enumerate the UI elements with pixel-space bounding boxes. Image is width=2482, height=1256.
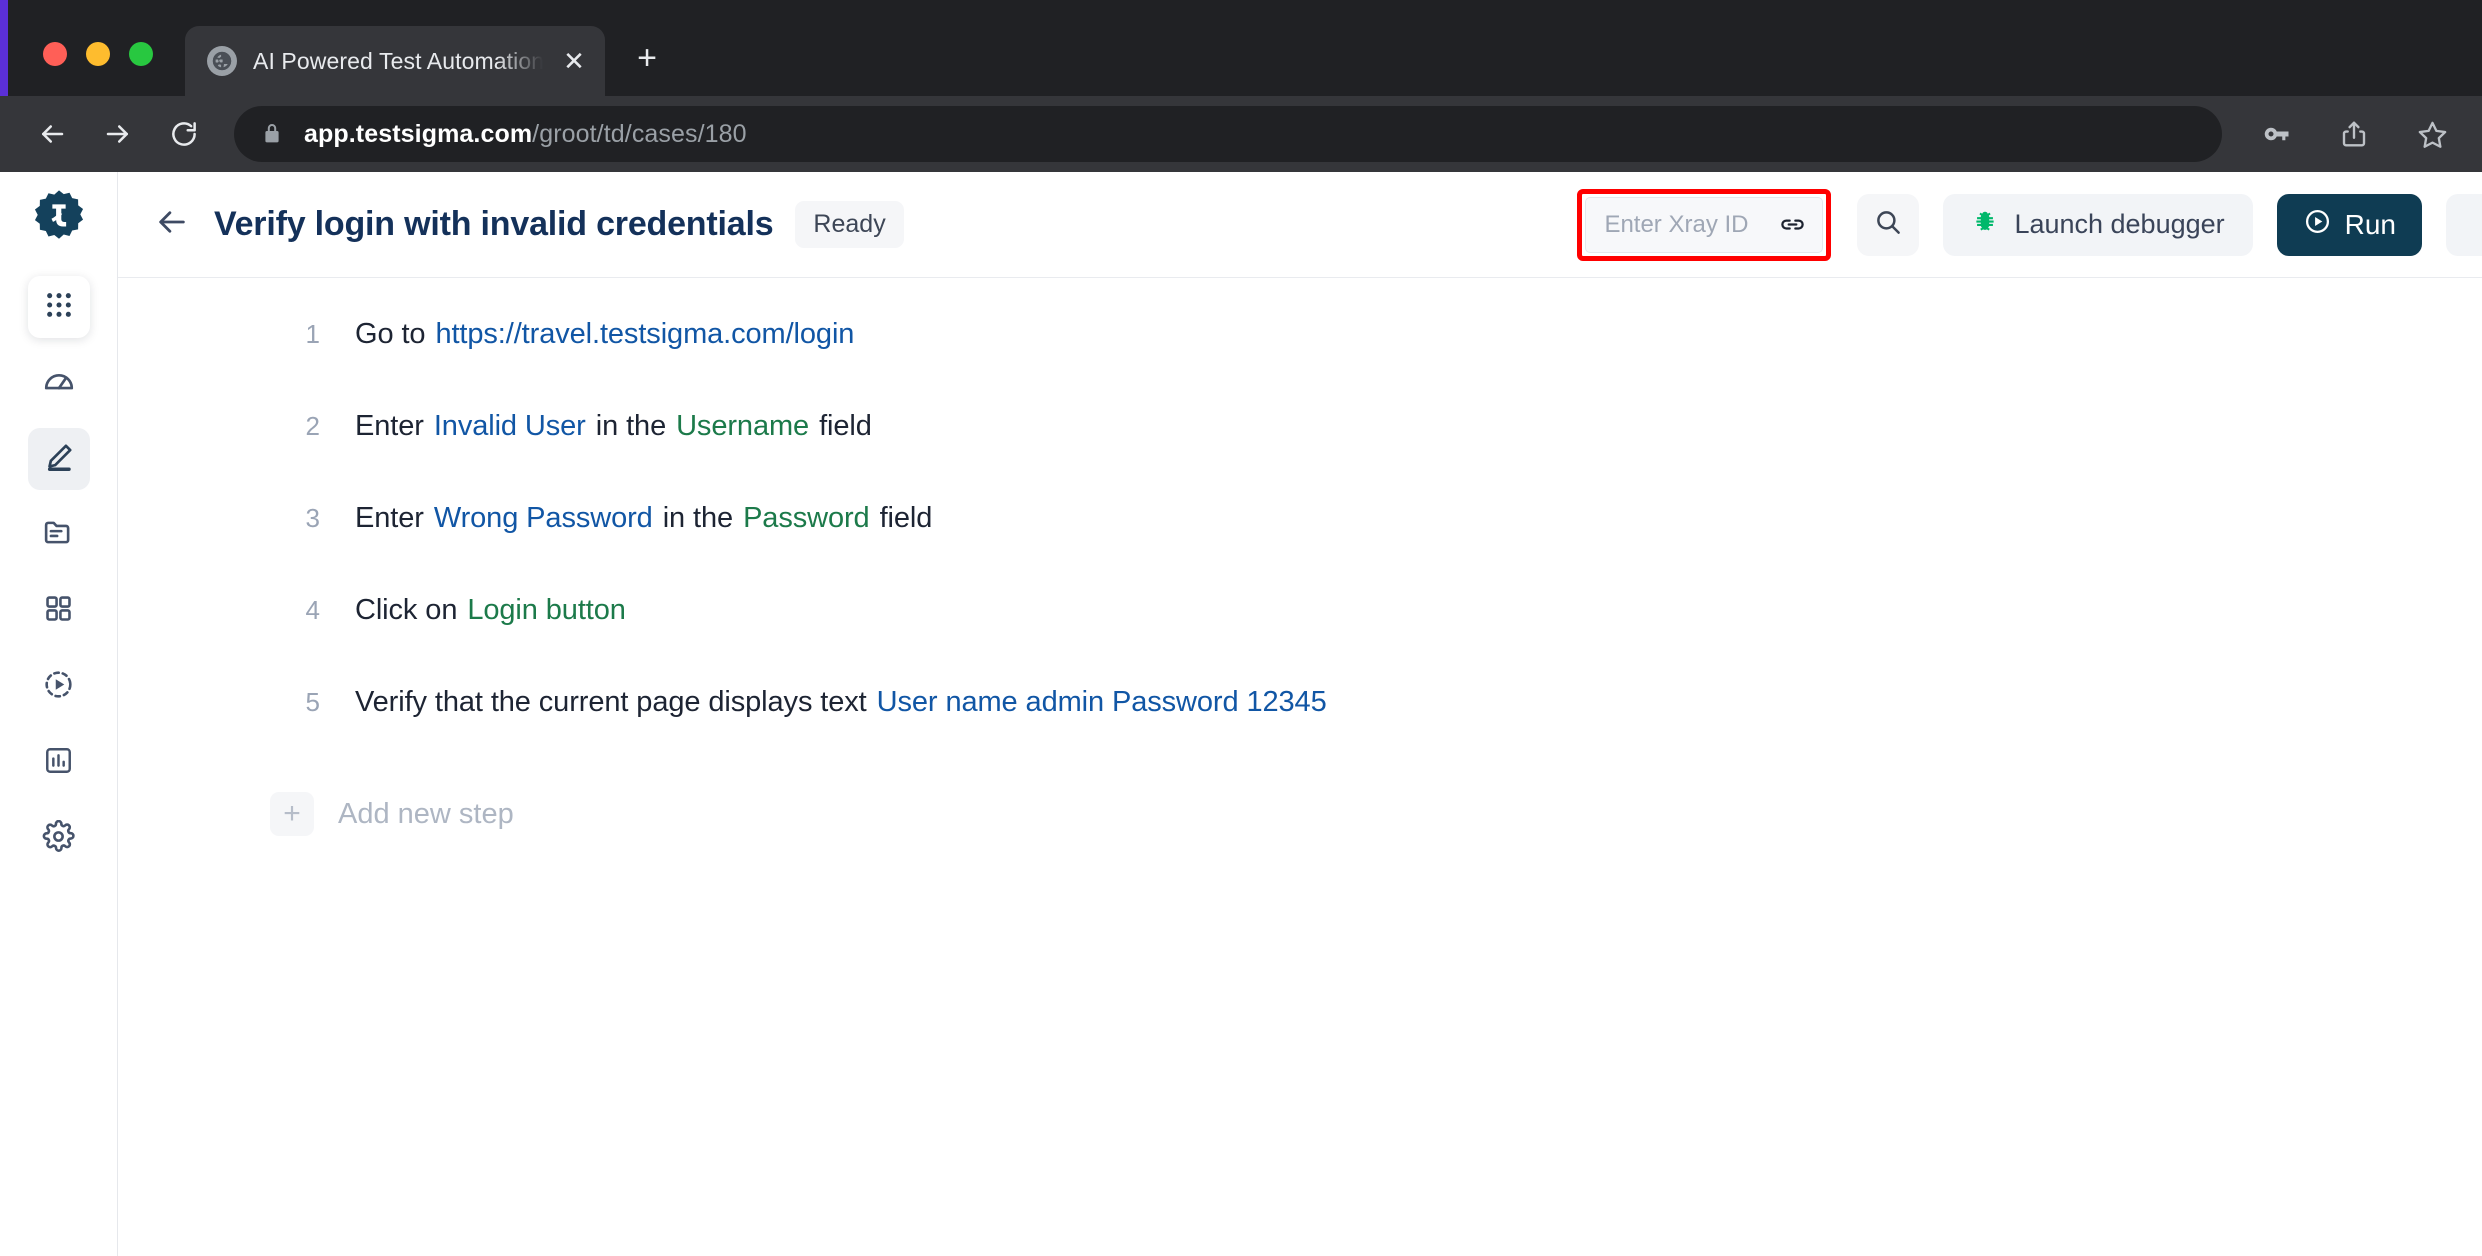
overflow-action-button[interactable] [2446,193,2482,256]
arrow-left-icon [155,205,189,244]
add-new-step-label: Add new step [338,797,514,830]
search-icon [1873,207,1903,242]
status-badge: Ready [795,201,904,248]
launch-debugger-button[interactable]: Launch debugger [1943,193,2253,256]
arrow-left-icon[interactable] [24,106,80,162]
key-icon[interactable] [2256,114,2296,154]
left-sidebar [0,172,118,1256]
testsigma-logo[interactable] [28,186,90,248]
step-token-plain: Click on [355,594,458,626]
play-circle-dashed-icon [42,668,75,706]
step-text: Click on Login button [350,594,631,627]
bug-icon [1971,208,1999,242]
folder-icon [42,516,75,554]
grid-dots-icon [43,289,75,326]
sidebar-item-reports[interactable] [28,732,90,794]
xray-id-field[interactable] [1585,196,1824,253]
step-token-plain: field [879,502,933,534]
step-number: 1 [305,319,320,349]
step-number: 3 [305,503,320,533]
step-token-elem[interactable]: Login button [467,594,626,626]
globe-icon [207,46,237,76]
step-text: Go to https://travel.testsigma.com/login [350,318,859,351]
step-token-plain: Verify that the current page displays te… [355,686,867,718]
bar-chart-icon [43,745,74,781]
browser-toolbar: app.testsigma.com/groot/td/cases/180 [0,96,2482,172]
step-token-plain: Enter [355,410,424,442]
step-token-plain: field [819,410,872,442]
test-step-row[interactable]: 5 Verify that the current page displays t… [118,686,2482,778]
back-button[interactable] [144,197,200,253]
pencil-icon [43,441,75,478]
speedometer-icon [42,364,76,403]
play-circle-icon [2303,207,2332,243]
star-icon[interactable] [2412,114,2452,154]
gear-icon [42,819,75,858]
header-actions: Launch debugger Run [1577,188,2482,261]
run-button[interactable]: Run [2276,193,2422,256]
test-steps-list: 1 Go to https://travel.testsigma.com/login… [118,278,2482,836]
launch-debugger-label: Launch debugger [2014,209,2225,239]
step-token-data[interactable]: https://travel.testsigma.com/login [435,318,854,350]
page-header: Verify login with invalid credentials Re… [118,172,2482,278]
step-token-elem[interactable]: Username [676,410,809,442]
page-title: Verify login with invalid credentials [214,205,774,243]
url-text: app.testsigma.com/groot/td/cases/180 [304,120,747,149]
add-new-step-row[interactable]: + Add new step [118,792,2482,836]
arrow-right-icon[interactable] [90,106,146,162]
run-label: Run [2344,208,2396,240]
test-step-row[interactable]: 2 Enter Invalid User in the Username field [118,410,2482,502]
browser-tab[interactable]: AI Powered Test Automation Pl ✕ [185,26,605,96]
lock-icon [260,122,284,146]
step-text: Enter Wrong Password in the Password field [350,502,937,535]
tab-title: AI Powered Test Automation Pl [253,47,543,74]
browser-window: AI Powered Test Automation Pl ✕ + app.te… [0,0,2482,1256]
share-icon[interactable] [2334,114,2374,154]
step-token-data[interactable]: Invalid User [434,410,586,442]
step-number: 5 [305,687,320,717]
main-content: Verify login with invalid credentials Re… [118,172,2482,1256]
app-root: Verify login with invalid credentials Re… [0,172,2482,1256]
step-number: 2 [305,411,320,441]
step-token-elem[interactable]: Password [743,502,870,534]
step-token-data[interactable]: Wrong Password [434,502,653,534]
search-button[interactable] [1857,193,1920,256]
sidebar-item-test-development[interactable] [27,428,90,490]
sidebar-item-settings[interactable] [28,808,90,870]
xray-id-highlight [1577,188,1832,261]
plus-icon[interactable]: + [627,38,667,78]
sidebar-item-test-plans[interactable] [28,580,90,642]
step-text: Verify that the current page displays te… [350,686,1332,719]
step-token-plain: Enter [355,502,424,534]
sidebar-item-dashboard[interactable] [28,352,90,414]
url-path: /groot/td/cases/180 [532,119,747,148]
url-domain: app.testsigma.com [304,119,533,148]
squares-icon [43,593,74,629]
browser-action-icons [2256,114,2452,154]
sidebar-item-apps-grid[interactable] [27,276,90,338]
window-controls [0,42,153,96]
window-edge-accent [0,0,8,96]
plus-icon: + [270,792,314,836]
close-window-button[interactable] [43,42,67,66]
step-token-plain: in the [662,502,734,534]
sidebar-item-runs[interactable] [28,656,90,718]
step-number: 4 [305,595,320,625]
maximize-window-button[interactable] [129,42,153,66]
minimize-window-button[interactable] [86,42,110,66]
address-bar[interactable]: app.testsigma.com/groot/td/cases/180 [234,106,2222,162]
test-step-row[interactable]: 3 Enter Wrong Password in the Password field [118,502,2482,594]
xray-id-input[interactable] [1604,210,1780,239]
reload-icon[interactable] [156,106,212,162]
close-icon[interactable]: ✕ [559,46,589,76]
step-token-plain: Go to [355,318,426,350]
step-text: Enter Invalid User in the Username field [350,410,877,443]
test-step-row[interactable]: 4 Click on Login button [118,594,2482,686]
test-step-row[interactable]: 1 Go to https://travel.testsigma.com/login [118,318,2482,410]
step-token-data[interactable]: User name admin Password 12345 [877,686,1327,718]
sidebar-item-test-data[interactable] [28,504,90,566]
step-token-plain: in the [595,410,667,442]
link-icon[interactable] [1779,211,1806,238]
browser-tab-strip: AI Powered Test Automation Pl ✕ + [0,0,2482,96]
